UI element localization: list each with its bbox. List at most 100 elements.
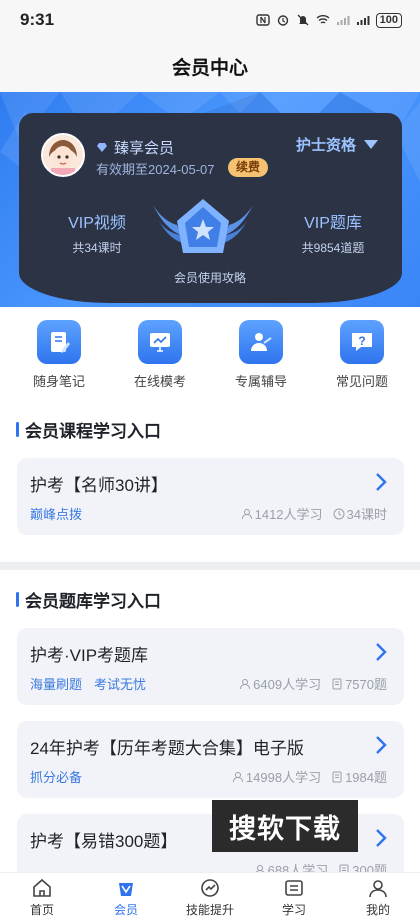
quick-action-notes[interactable]: 随身笔记 xyxy=(29,320,89,390)
document-icon xyxy=(332,771,342,782)
bank-name: 24年护考【历年考题大合集】电子版 xyxy=(30,739,304,758)
bank-name: 护考【易错300题】 xyxy=(30,832,178,851)
person-icon xyxy=(241,508,252,519)
quick-action-faq[interactable]: ? 常见问题 xyxy=(332,320,392,390)
vip-video-title: VIP视频 xyxy=(68,215,126,232)
vip-video-stat[interactable]: VIP视频 共34课时 xyxy=(52,209,142,256)
learners: 1412人学习 xyxy=(241,504,323,523)
quick-action-label: 常见问题 xyxy=(335,374,388,389)
lessons: 34课时 xyxy=(333,504,387,523)
note-icon xyxy=(37,320,81,364)
quick-action-tutor[interactable]: 专属辅导 xyxy=(231,320,291,390)
profile-icon xyxy=(369,880,387,898)
tab-label: 会员 xyxy=(113,903,138,917)
vip-bank-title: VIP题库 xyxy=(304,215,362,232)
triangle-down-icon xyxy=(364,140,378,149)
quick-action-label: 专属辅导 xyxy=(234,374,287,389)
chevron-right-icon xyxy=(376,736,387,754)
bank-tags: 抓分必备 xyxy=(30,767,82,786)
document-icon xyxy=(332,678,342,689)
status-icons: 100 xyxy=(255,12,402,28)
bank-name: 护考·VIP考题库 xyxy=(30,646,149,665)
bank-card[interactable]: 24年护考【历年考题大合集】电子版 抓分必备 14998人学习 1984题 xyxy=(17,721,404,798)
member-guide-link[interactable]: 会员使用攻略 xyxy=(0,269,420,286)
quick-action-label: 在线模考 xyxy=(133,374,186,389)
question-total: 7570题 xyxy=(345,677,387,692)
course-name: 护考【名师30讲】 xyxy=(30,476,168,495)
tab-label: 学习 xyxy=(281,903,306,917)
battery-indicator: 100 xyxy=(375,12,402,28)
tab-vip[interactable]: 会员 xyxy=(84,873,168,923)
watermark: 搜软下载 xyxy=(212,800,358,852)
learners-count: 14998人学习 xyxy=(245,770,322,785)
person-icon xyxy=(240,678,251,689)
question-icon: ? xyxy=(340,320,384,364)
learners-count: 1412人学习 xyxy=(254,507,323,522)
bank-card[interactable]: 护考·VIP考题库 海量刷题 考试无忧 6409人学习 7570题 xyxy=(17,628,404,705)
tutor-icon xyxy=(239,320,283,364)
status-bar: 9:31 100 xyxy=(0,0,420,40)
course-section-title: 会员课程学习入口 xyxy=(16,417,161,442)
tab-home[interactable]: 首页 xyxy=(0,873,84,923)
skill-icon xyxy=(201,879,219,897)
tab-profile[interactable]: 我的 xyxy=(336,873,420,923)
bank-section-label: 会员题库学习入口 xyxy=(25,592,161,611)
vip-bank-stat[interactable]: VIP题库 共9854道题 xyxy=(288,209,378,256)
vip-bank-count: 共9854道题 xyxy=(301,241,365,255)
tab-label: 我的 xyxy=(365,903,390,917)
bottom-tab-bar: 首页 会员 技能提升 学习 我的 xyxy=(0,872,420,923)
bank-meta: 14998人学习 1984题 xyxy=(232,767,387,786)
vip-icon xyxy=(119,883,133,896)
person-icon xyxy=(232,771,243,782)
course-meta: 1412人学习 34课时 xyxy=(241,504,387,523)
mute-icon xyxy=(297,14,309,26)
qualification-label: 护士资格 xyxy=(295,137,356,154)
bank-tag: 抓分必备 xyxy=(30,770,83,785)
bank-tag: 考试无忧 xyxy=(94,677,147,692)
renew-button[interactable]: 续费 xyxy=(228,158,269,177)
question-total: 1984题 xyxy=(345,770,387,785)
course-card[interactable]: 护考【名师30讲】 巅峰点拨 1412人学习 34课时 xyxy=(17,458,404,535)
course-section-label: 会员课程学习入口 xyxy=(25,422,161,441)
status-time: 9:31 xyxy=(20,10,55,29)
quick-action-label: 随身笔记 xyxy=(32,374,85,389)
question-count: 1984题 xyxy=(331,767,387,786)
study-icon xyxy=(285,880,303,896)
tab-label: 首页 xyxy=(29,903,54,917)
learners: 6409人学习 xyxy=(239,674,321,693)
section-divider xyxy=(0,562,420,570)
wifi-icon xyxy=(316,15,330,24)
learners-count: 6409人学习 xyxy=(253,677,322,692)
chevron-right-icon xyxy=(376,829,387,847)
bank-tag: 海量刷题 xyxy=(30,677,83,692)
avatar[interactable] xyxy=(41,133,85,177)
member-tier-label: 臻享会员 xyxy=(114,140,175,157)
question-count: 7570题 xyxy=(331,674,387,693)
learners: 14998人学习 xyxy=(232,767,321,786)
expiry-date: 有效期至2024-05-07 xyxy=(96,162,215,177)
bank-meta: 6409人学习 7570题 xyxy=(239,674,387,693)
title-bar: 会员中心 xyxy=(0,40,420,92)
chevron-right-icon xyxy=(376,473,387,491)
vip-video-count: 共34课时 xyxy=(72,241,122,255)
signal-4g-icon xyxy=(356,16,370,25)
course-tags: 巅峰点拨 xyxy=(30,504,82,523)
vip-badge-icon xyxy=(153,199,253,253)
tab-study[interactable]: 学习 xyxy=(252,873,336,923)
member-tier: 臻享会员 xyxy=(96,137,174,158)
qualification-selector[interactable]: 护士资格 xyxy=(296,134,378,155)
section-accent-bar xyxy=(16,592,19,607)
tab-skill[interactable]: 技能提升 xyxy=(168,873,252,923)
exam-icon xyxy=(138,320,182,364)
quick-action-exam[interactable]: 在线模考 xyxy=(130,320,190,390)
signal-icon xyxy=(336,16,350,25)
bank-section-title: 会员题库学习入口 xyxy=(16,587,161,612)
lesson-count: 34课时 xyxy=(346,507,387,522)
chevron-right-icon xyxy=(376,643,387,661)
bank-tags: 海量刷题 考试无忧 xyxy=(30,674,146,693)
alarm-icon xyxy=(277,15,288,26)
page-title: 会员中心 xyxy=(171,57,248,79)
nfc-icon xyxy=(255,14,270,26)
section-accent-bar xyxy=(16,422,19,437)
home-icon xyxy=(33,878,51,897)
